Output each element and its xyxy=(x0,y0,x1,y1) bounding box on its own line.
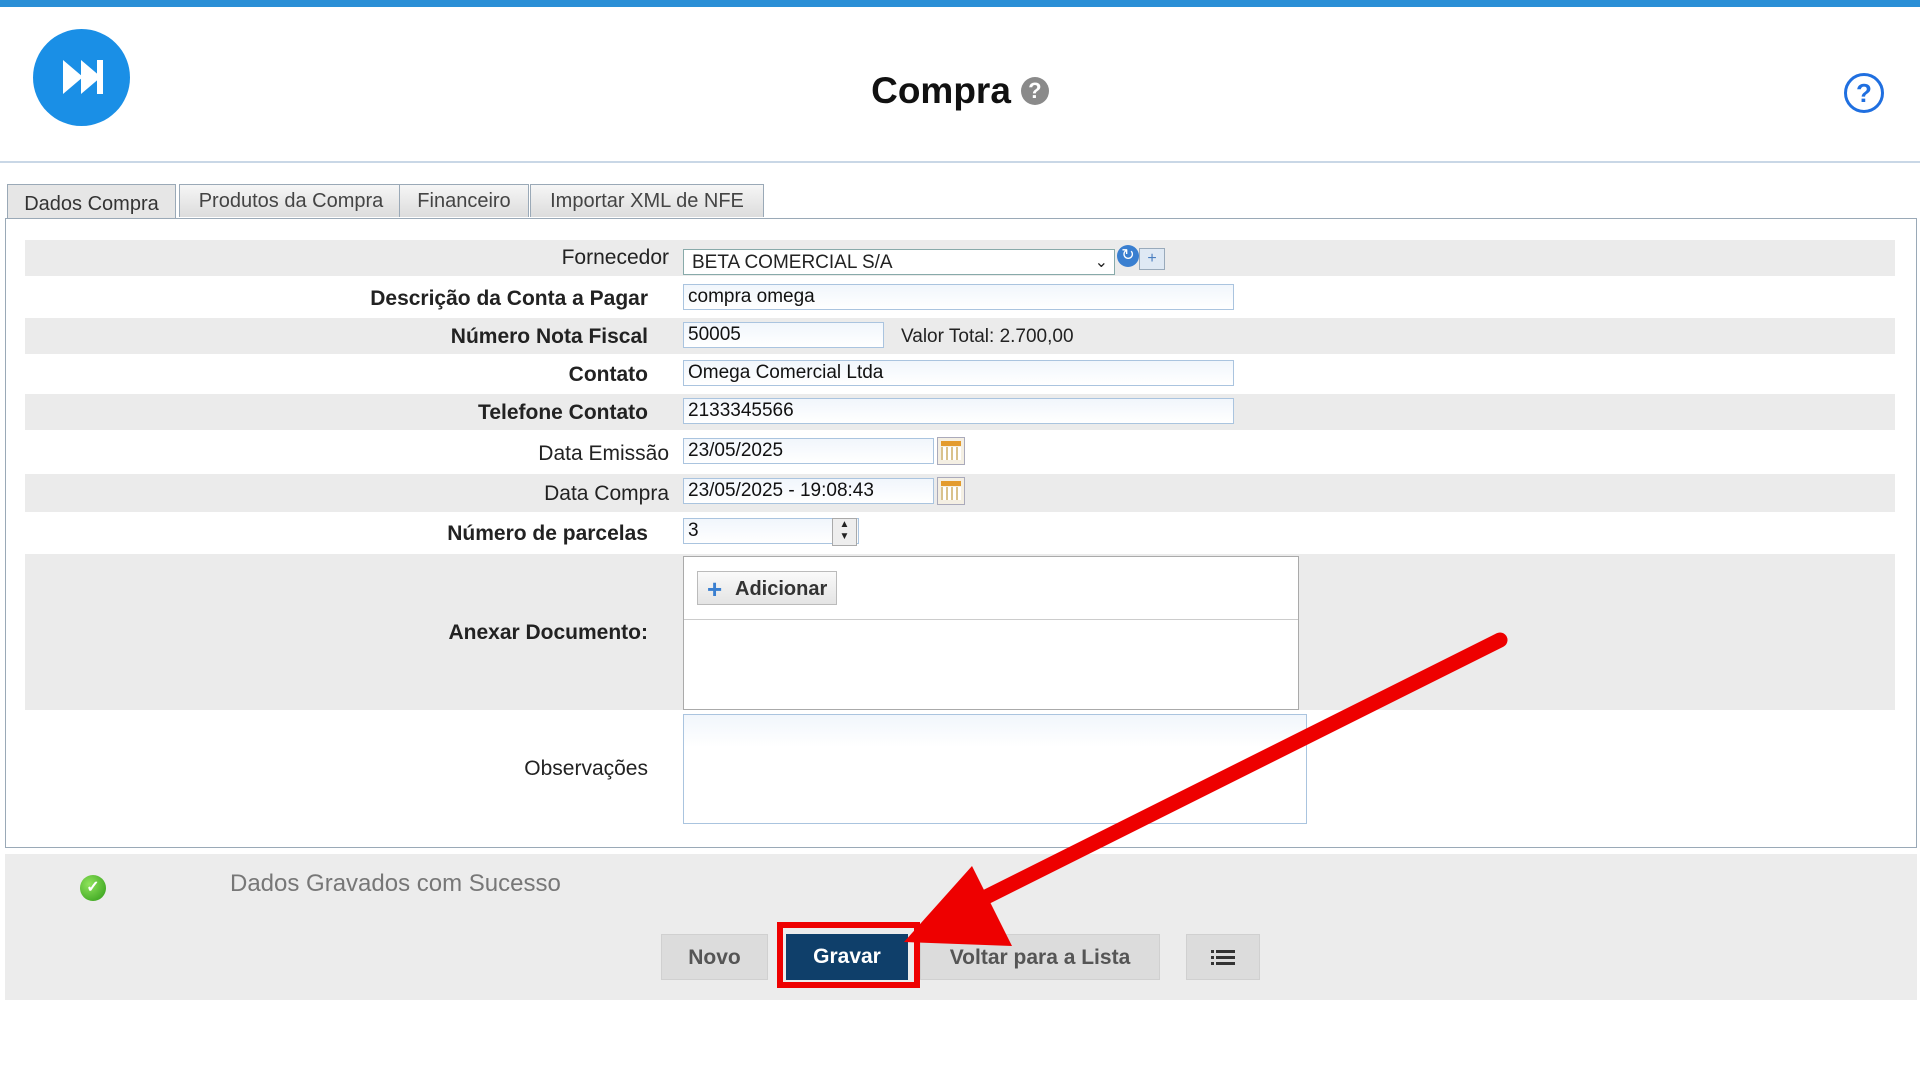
calendar-icon[interactable] xyxy=(937,477,965,505)
help-icon[interactable]: ? xyxy=(1844,73,1884,113)
observacoes-label: Observações xyxy=(524,757,648,780)
attachment-divider xyxy=(684,619,1298,620)
fornecedor-value: BETA COMERCIAL S/A xyxy=(692,252,893,273)
refresh-icon[interactable]: ↻ xyxy=(1117,245,1139,267)
title-help-icon[interactable]: ? xyxy=(1020,77,1049,105)
list-icon xyxy=(1211,950,1235,965)
row-nota-fiscal: Número Nota Fiscal Valor Total: 2.700,00 xyxy=(25,318,1895,354)
valor-total-text: Valor Total: 2.700,00 xyxy=(901,326,1074,347)
list-view-button[interactable] xyxy=(1186,934,1260,980)
parcelas-label: Número de parcelas xyxy=(447,522,648,545)
header-divider xyxy=(0,161,1920,163)
page-header: Compra? xyxy=(0,70,1920,112)
tab-importar-xml[interactable]: Importar XML de NFE xyxy=(530,184,764,217)
data-compra-label: Data Compra xyxy=(544,482,669,505)
data-emissao-label: Data Emissão xyxy=(538,442,669,465)
calendar-icon[interactable] xyxy=(937,437,965,465)
page-title: Compra xyxy=(871,70,1011,111)
anexar-label: Anexar Documento: xyxy=(448,621,648,644)
contato-label: Contato xyxy=(568,363,648,386)
descricao-input[interactable]: compra omega xyxy=(683,284,1234,310)
nota-fiscal-input[interactable]: 50005 xyxy=(683,322,884,348)
chevron-down-icon: ⌄ xyxy=(1094,254,1108,271)
telefone-label: Telefone Contato xyxy=(478,401,648,424)
telefone-input[interactable]: 2133345566 xyxy=(683,398,1234,424)
voltar-button[interactable]: Voltar para a Lista xyxy=(920,934,1160,980)
row-parcelas: Número de parcelas xyxy=(25,514,1895,552)
plus-icon: + xyxy=(707,574,723,604)
success-check-icon: ✓ xyxy=(80,875,106,901)
tab-produtos-da-compra[interactable]: Produtos da Compra xyxy=(179,184,403,217)
data-emissao-input[interactable]: 23/05/2025 xyxy=(683,438,934,464)
add-fornecedor-icon[interactable]: + xyxy=(1139,248,1165,270)
add-attachment-button[interactable]: + Adicionar xyxy=(697,571,837,605)
data-compra-input[interactable]: 23/05/2025 - 19:08:43 xyxy=(683,478,934,504)
tab-dados-compra[interactable]: Dados Compra xyxy=(7,184,176,220)
quantity-stepper[interactable]: ▲ ▼ xyxy=(832,518,857,546)
nota-fiscal-label: Número Nota Fiscal xyxy=(450,325,648,348)
fornecedor-select[interactable]: BETA COMERCIAL S/A ⌄ xyxy=(683,249,1115,275)
contato-input[interactable]: Omega Comercial Ltda xyxy=(683,360,1234,386)
descricao-label: Descrição da Conta a Pagar xyxy=(370,287,648,310)
annotation-highlight-box xyxy=(777,922,920,988)
add-attachment-label: Adicionar xyxy=(735,578,828,600)
success-message: Dados Gravados com Sucesso xyxy=(230,870,561,897)
attachment-box: + Adicionar xyxy=(683,556,1299,710)
tab-financeiro[interactable]: Financeiro xyxy=(399,184,529,217)
novo-button[interactable]: Novo xyxy=(661,934,768,980)
observacoes-textarea[interactable] xyxy=(683,714,1307,824)
top-accent-bar xyxy=(0,0,1920,7)
fornecedor-label: Fornecedor xyxy=(561,246,669,269)
